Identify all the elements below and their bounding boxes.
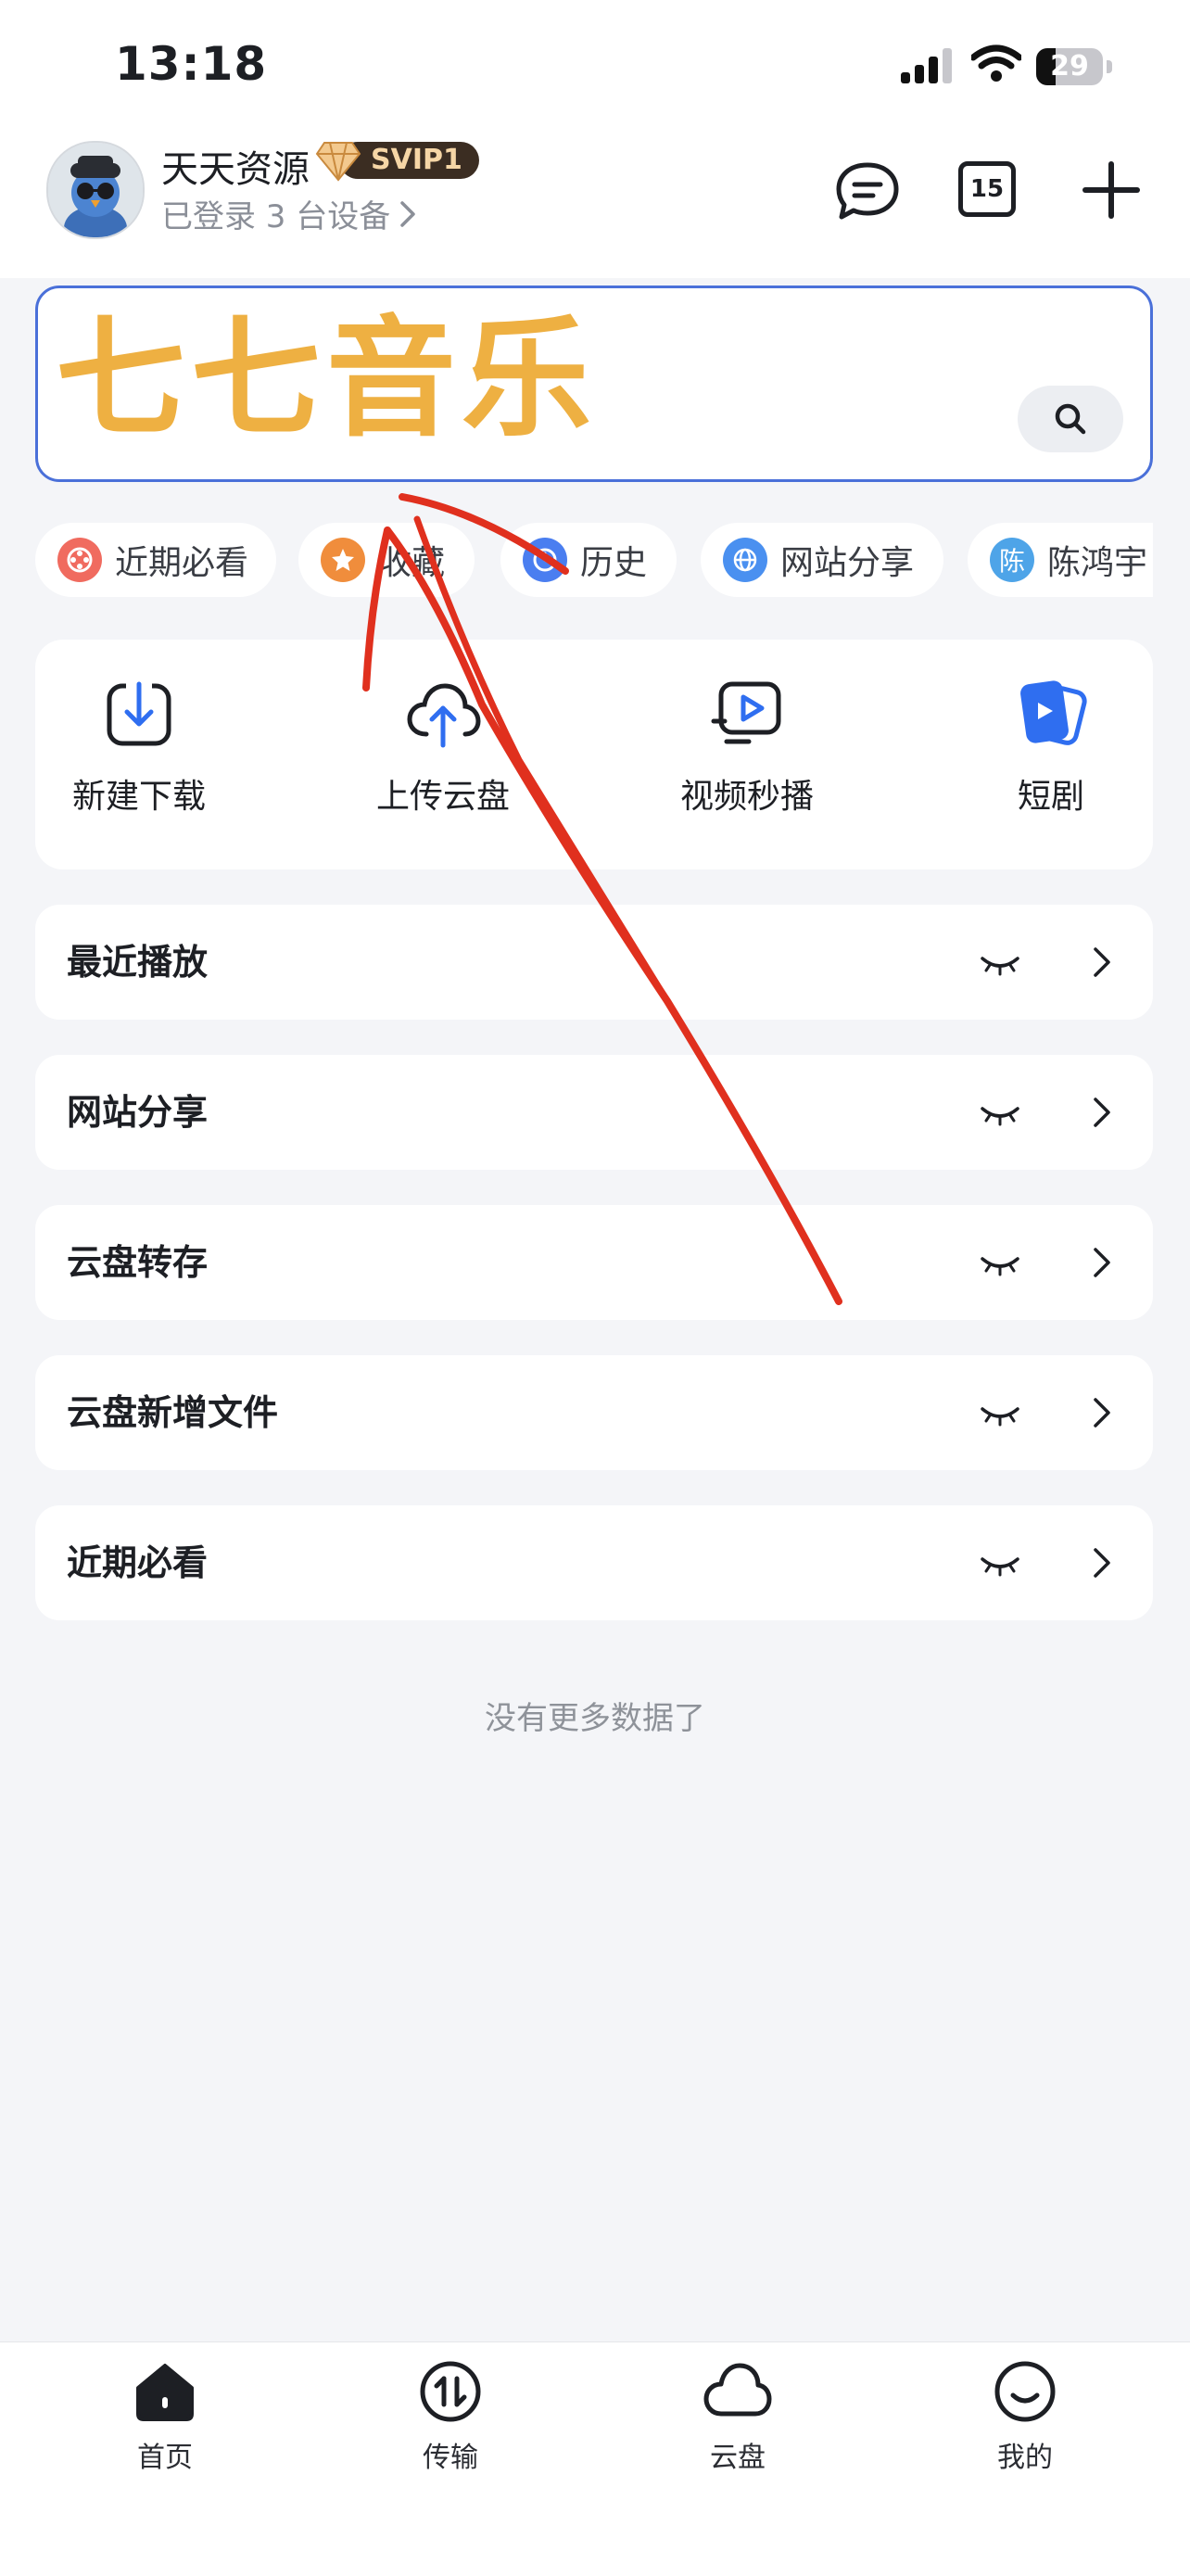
tab-mine[interactable]: 我的 xyxy=(951,2360,1099,2475)
eye-closed-icon[interactable] xyxy=(979,1396,1021,1429)
chip-label: 收藏 xyxy=(378,544,446,582)
plus-icon[interactable] xyxy=(1082,161,1140,219)
no-more-data-text: 没有更多数据了 xyxy=(485,1700,705,1737)
cloud-upload-icon xyxy=(407,683,481,748)
action-label: 上传云盘 xyxy=(375,778,510,816)
action-new-download[interactable]: 新建下载 xyxy=(46,677,232,818)
row-label: 近期必看 xyxy=(67,1542,209,1583)
user-name[interactable]: 天天资源 xyxy=(161,139,310,193)
short-drama-icon xyxy=(1020,680,1087,745)
device-status-text: 已登录 3 台设备 xyxy=(161,198,391,235)
row-cloud-new-files[interactable]: 云盘新增文件 xyxy=(35,1355,1153,1470)
search-input-value[interactable]: 七七音乐 xyxy=(56,306,597,454)
diamond-icon xyxy=(315,142,361,182)
svip-badge[interactable]: SVIP1 xyxy=(315,139,479,182)
tab-label: 传输 xyxy=(423,2442,478,2474)
row-recent-play[interactable]: 最近播放 xyxy=(35,905,1153,1020)
chip-label: 近期必看 xyxy=(115,544,249,582)
chip-recent-must-watch[interactable]: 近期必看 xyxy=(35,523,276,597)
tab-home[interactable]: 首页 xyxy=(91,2360,239,2475)
action-label: 新建下载 xyxy=(71,778,206,816)
video-play-icon xyxy=(711,681,781,744)
action-label: 视频秒播 xyxy=(679,778,814,816)
film-reel-icon xyxy=(57,538,102,582)
tab-label: 云盘 xyxy=(710,2442,766,2474)
wifi-icon xyxy=(971,44,1021,82)
calendar-icon[interactable]: 15 xyxy=(958,161,1016,217)
cloud-icon xyxy=(703,2363,772,2417)
action-label: 短剧 xyxy=(1017,778,1084,816)
action-upload-cloud[interactable]: 上传云盘 xyxy=(350,677,536,818)
avatar-image xyxy=(48,143,143,237)
avatar-letter-icon: 陈 xyxy=(990,538,1034,582)
signal-icon xyxy=(901,48,952,83)
row-site-share[interactable]: 网站分享 xyxy=(35,1055,1153,1170)
row-label: 云盘转存 xyxy=(67,1242,209,1283)
chip-label: 陈鸿宇 xyxy=(1047,544,1148,582)
chevron-right-icon xyxy=(1094,1398,1110,1428)
calendar-day: 15 xyxy=(969,175,1005,203)
avatar[interactable] xyxy=(46,141,145,239)
clock-icon xyxy=(523,538,567,582)
search-button[interactable] xyxy=(1018,386,1123,452)
chevron-right-icon xyxy=(1094,1098,1110,1127)
chip-label: 历史 xyxy=(580,544,648,582)
transfer-icon xyxy=(420,2361,481,2422)
chip-history[interactable]: 历史 xyxy=(500,523,677,597)
chip-label: 网站分享 xyxy=(780,544,915,582)
tab-transfer[interactable]: 传输 xyxy=(376,2360,525,2475)
chevron-right-icon xyxy=(1094,947,1110,977)
globe-icon xyxy=(723,538,767,582)
chip-site-share[interactable]: 网站分享 xyxy=(701,523,943,597)
search-icon xyxy=(1055,403,1086,435)
row-label: 网站分享 xyxy=(67,1092,209,1133)
profile-icon xyxy=(994,2361,1056,2422)
tab-cloud[interactable]: 云盘 xyxy=(664,2360,812,2475)
action-short-drama[interactable]: 短剧 xyxy=(958,677,1144,818)
chip-chen-hongyu[interactable]: 陈 陈鸿宇 xyxy=(968,523,1153,597)
tab-label: 首页 xyxy=(137,2442,193,2474)
action-video-instant-play[interactable]: 视频秒播 xyxy=(654,677,840,818)
row-recent-must-watch[interactable]: 近期必看 xyxy=(35,1505,1153,1620)
eye-closed-icon[interactable] xyxy=(979,1096,1021,1129)
row-label: 云盘新增文件 xyxy=(67,1392,279,1433)
chip-favorites[interactable]: 收藏 xyxy=(298,523,475,597)
status-time: 13:18 xyxy=(115,37,268,91)
chevron-right-icon xyxy=(1094,1548,1110,1578)
download-icon xyxy=(107,680,171,746)
eye-closed-icon[interactable] xyxy=(979,1246,1021,1279)
eye-closed-icon[interactable] xyxy=(979,1546,1021,1580)
logged-devices-link[interactable]: 已登录 3 台设备 xyxy=(161,191,416,236)
battery-icon: 29 xyxy=(1036,48,1112,85)
chevron-right-icon xyxy=(400,200,415,227)
message-icon[interactable] xyxy=(834,159,901,222)
chevron-right-icon xyxy=(1094,1248,1110,1277)
row-label: 最近播放 xyxy=(67,942,209,983)
battery-level: 29 xyxy=(1050,50,1089,82)
eye-closed-icon[interactable] xyxy=(979,945,1021,979)
home-icon xyxy=(136,2364,194,2421)
tab-label: 我的 xyxy=(997,2442,1053,2474)
row-cloud-transfer[interactable]: 云盘转存 xyxy=(35,1205,1153,1320)
star-icon xyxy=(321,538,365,582)
